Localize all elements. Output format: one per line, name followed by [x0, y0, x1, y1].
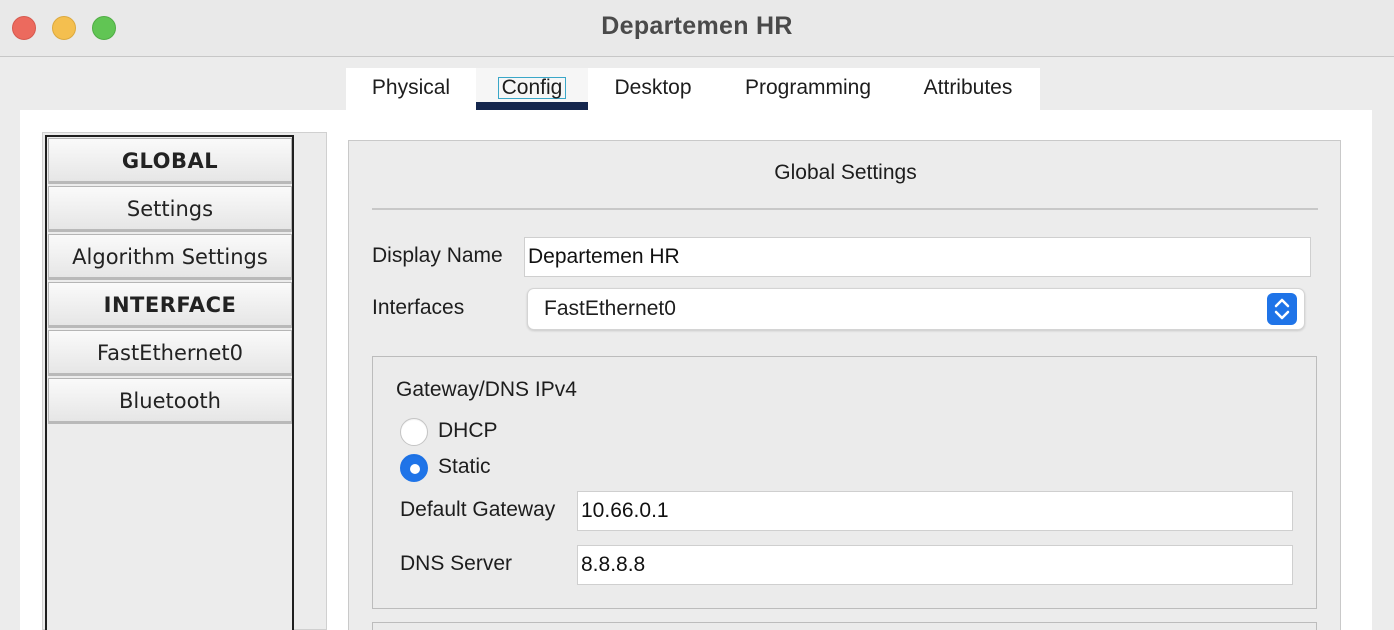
- sidebar-header-global[interactable]: GLOBAL: [48, 138, 292, 184]
- sidebar: GLOBAL Settings Algorithm Settings INTER…: [42, 132, 327, 630]
- tab-programming[interactable]: Programming: [730, 68, 886, 110]
- display-name-field[interactable]: Departemen HR: [524, 237, 1311, 277]
- select-arrows-icon: [1267, 293, 1297, 325]
- window-title: Departemen HR: [601, 12, 793, 40]
- title-bar: Departemen HR: [0, 0, 1394, 57]
- interfaces-select-value: FastEthernet0: [544, 297, 676, 320]
- dhcp-label[interactable]: DHCP: [438, 419, 498, 443]
- sidebar-header-interface[interactable]: INTERFACE: [48, 282, 292, 328]
- default-gateway-field[interactable]: 10.66.0.1: [577, 491, 1293, 531]
- panel-divider: [372, 208, 1318, 210]
- sidebar-list[interactable]: GLOBAL Settings Algorithm Settings INTER…: [45, 135, 294, 630]
- interfaces-label: Interfaces: [372, 296, 465, 319]
- static-label[interactable]: Static: [438, 455, 491, 479]
- interfaces-select[interactable]: FastEthernet0: [527, 288, 1305, 330]
- dns-server-label: DNS Server: [400, 552, 513, 575]
- dhcp-radio[interactable]: [400, 418, 428, 446]
- tab-physical[interactable]: Physical: [346, 68, 476, 110]
- default-gateway-label: Default Gateway: [400, 498, 556, 521]
- active-tab-indicator: [476, 102, 588, 110]
- tab-config[interactable]: Config: [476, 68, 588, 110]
- tab-desktop[interactable]: Desktop: [598, 68, 708, 110]
- static-radio[interactable]: [400, 454, 428, 482]
- tab-attributes[interactable]: Attributes: [908, 68, 1028, 110]
- sidebar-item-fastethernet0[interactable]: FastEthernet0: [48, 330, 292, 376]
- sidebar-item-settings[interactable]: Settings: [48, 186, 292, 232]
- display-name-label: Display Name: [372, 244, 503, 267]
- gateway-dns-group: Gateway/DNS IPv4 DHCP Static Default Gat…: [372, 356, 1317, 609]
- sidebar-item-algorithm-settings[interactable]: Algorithm Settings: [48, 234, 292, 280]
- panel-title: Global Settings: [774, 161, 917, 184]
- tab-config-label: Config: [497, 77, 567, 99]
- sidebar-item-bluetooth[interactable]: Bluetooth: [48, 378, 292, 424]
- dns-server-field[interactable]: 8.8.8.8: [577, 545, 1293, 585]
- gateway-group-title: Gateway/DNS IPv4: [396, 378, 577, 401]
- global-settings-panel: Global Settings Display Name Departemen …: [348, 140, 1341, 630]
- next-group-box: [372, 622, 1317, 630]
- tab-bar: Physical Config Desktop Programming Attr…: [346, 68, 1040, 110]
